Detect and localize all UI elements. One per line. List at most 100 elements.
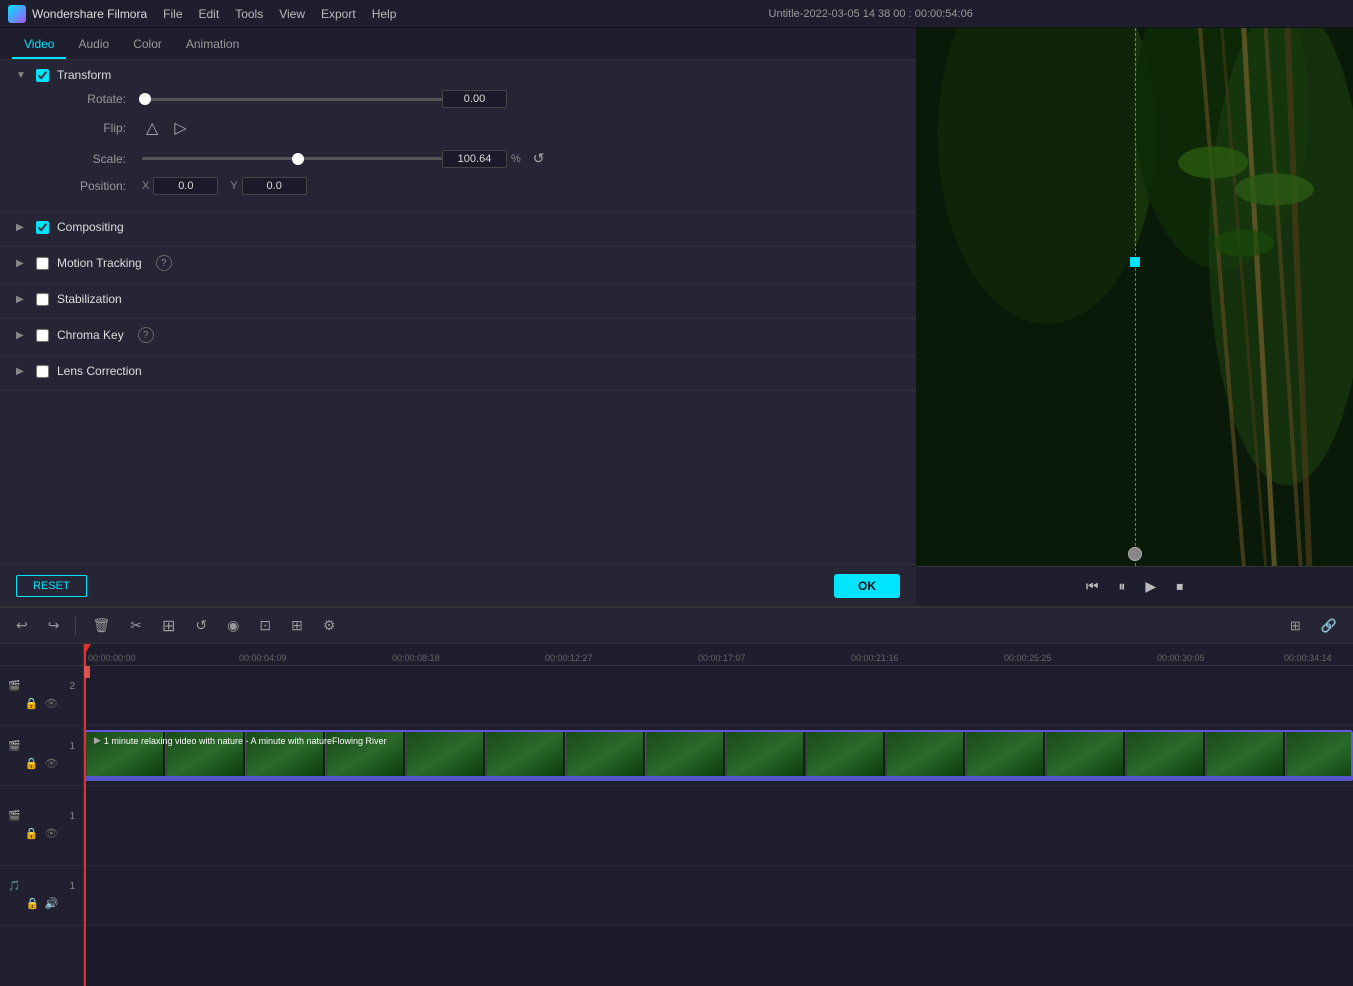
compositing-title: Compositing <box>57 220 124 234</box>
menu-tools[interactable]: Tools <box>235 7 263 21</box>
compositing-arrow-icon: ▶ <box>16 222 28 233</box>
scale-input[interactable] <box>442 150 507 168</box>
motion-tracking-checkbox[interactable] <box>36 257 49 270</box>
flip-vertical-button[interactable]: ▷ <box>170 116 190 140</box>
menu-help[interactable]: Help <box>372 7 397 21</box>
section-compositing: ▶ Compositing <box>0 212 916 247</box>
ruler-mark-3: 00:00:12:27 <box>545 653 593 663</box>
chroma-key-info-icon[interactable]: ? <box>138 327 154 343</box>
track-audio-label: 1 <box>69 881 75 892</box>
ruler-mark-4: 00:00:17:07 <box>698 653 746 663</box>
undo-button[interactable]: ↩ <box>12 615 32 636</box>
logo-icon <box>8 5 26 23</box>
menu-view[interactable]: View <box>279 7 305 21</box>
track-1-lock-button[interactable]: 🔒 <box>24 756 40 771</box>
timeline-area: ↩ ↪ 🗑 ✂ ⊞ ↺ ◉ ⊡ ⊞ ⚙ ⊞ 🔗 <box>0 606 1353 986</box>
track-v1-eye-button[interactable]: 👁 <box>43 826 59 841</box>
section-lens-correction-header[interactable]: ▶ Lens Correction <box>16 364 900 378</box>
track-2-lock-button[interactable]: 🔒 <box>24 696 40 711</box>
track-2-eye-button[interactable]: 👁 <box>43 696 59 711</box>
menu-export[interactable]: Export <box>321 7 356 21</box>
crop-button[interactable]: ⊞ <box>158 614 179 638</box>
timeline-track-labels: 🎬 2 🔒 👁 🎬 1 🔒 👁 <box>0 644 84 986</box>
pos-x-input[interactable] <box>153 177 218 195</box>
rotate-tool-button[interactable]: ↺ <box>191 615 211 636</box>
lens-correction-arrow-icon: ▶ <box>16 366 28 377</box>
chroma-key-checkbox[interactable] <box>36 329 49 342</box>
app-logo: Wondershare Filmora <box>8 5 147 23</box>
ruler-mark-0: 00:00:00:00 <box>88 653 136 663</box>
chroma-key-title: Chroma Key <box>57 328 124 342</box>
reset-button[interactable]: RESET <box>16 575 87 597</box>
video-clip-main[interactable]: ▶ 1 minute relaxing video with nature - … <box>84 730 1353 781</box>
stop-button[interactable]: ⏹ <box>1170 576 1189 597</box>
track-1-eye-button[interactable]: 👁 <box>43 756 59 771</box>
menu-file[interactable]: File <box>163 7 182 21</box>
motion-tracking-info-icon[interactable]: ? <box>156 255 172 271</box>
stabilization-checkbox[interactable] <box>36 293 49 306</box>
timeline-ruler: 00:00:00:00 00:00:04:09 00:00:08:18 00:0… <box>84 644 1353 666</box>
track-audio-volume-button[interactable]: 🔊 <box>45 896 59 911</box>
clip-play-icon: ▶ <box>94 735 101 746</box>
lens-correction-title: Lens Correction <box>57 364 142 378</box>
tab-audio[interactable]: Audio <box>66 31 121 59</box>
tab-color[interactable]: Color <box>121 31 174 59</box>
scale-reset-button[interactable]: ↺ <box>527 148 551 169</box>
track-2-type-icon: 🎬 <box>8 681 20 692</box>
track-audio-lock-button[interactable]: 🔒 <box>25 896 41 911</box>
track-label-v1: 🎬 1 🔒 👁 <box>0 786 83 866</box>
stabilization-title: Stabilization <box>57 292 122 306</box>
toolbar-separator-1 <box>75 617 76 635</box>
motion-tracking-arrow-icon: ▶ <box>16 258 28 269</box>
play-button[interactable]: ▶ <box>1139 576 1162 597</box>
menu-edit[interactable]: Edit <box>199 7 220 21</box>
tab-video[interactable]: Video <box>12 31 66 59</box>
compositing-checkbox[interactable] <box>36 221 49 234</box>
scale-slider[interactable] <box>142 157 442 160</box>
section-motion-tracking-header[interactable]: ▶ Motion Tracking ? <box>16 255 900 271</box>
scale-unit: % <box>511 153 521 165</box>
track-audio-type-icon: 🎵 <box>8 881 20 892</box>
ruler-mark-7: 00:00:30:05 <box>1157 653 1205 663</box>
clip-selection-bar <box>84 776 1353 781</box>
timeline-content: 🎬 2 🔒 👁 🎬 1 🔒 👁 <box>0 644 1353 986</box>
preview-scrubber[interactable] <box>1128 547 1142 561</box>
cut-button[interactable]: ✂ <box>126 615 146 636</box>
step-back-button[interactable]: ⏮ <box>1080 576 1105 597</box>
clip-label: ▶ 1 minute relaxing video with nature - … <box>90 734 391 747</box>
link-button[interactable]: 🔗 <box>1317 616 1341 636</box>
picture-in-picture-button[interactable]: ⊡ <box>255 615 275 636</box>
ruler-mark-8: 00:00:34:14 <box>1284 653 1332 663</box>
scale-field: Scale: % ↺ <box>16 148 900 169</box>
section-stabilization-header[interactable]: ▶ Stabilization <box>16 292 900 306</box>
section-compositing-header[interactable]: ▶ Compositing <box>16 220 900 234</box>
track-row-v1 <box>84 786 1353 866</box>
section-transform: ▼ Transform Rotate: <box>0 60 916 212</box>
fit-button[interactable]: ⊞ <box>287 615 307 636</box>
track-v1-lock-button[interactable]: 🔒 <box>24 826 40 841</box>
section-chroma-key-header[interactable]: ▶ Chroma Key ? <box>16 327 900 343</box>
pos-y-input[interactable] <box>242 177 307 195</box>
ok-button[interactable]: OK <box>834 574 900 598</box>
settings-tool-button[interactable]: ⚙ <box>319 615 340 636</box>
rotate-slider[interactable] <box>142 98 442 101</box>
motion-tracking-title: Motion Tracking <box>57 256 142 270</box>
transform-arrow-icon: ▼ <box>16 70 28 81</box>
flip-buttons: △ ▷ <box>142 116 191 140</box>
color-tool-button[interactable]: ◉ <box>223 615 243 636</box>
snap-button[interactable]: ⊞ <box>1286 616 1305 636</box>
transform-checkbox[interactable] <box>36 69 49 82</box>
rotate-input[interactable] <box>442 90 507 108</box>
playback-controls: ⏮ ⏸ ▶ ⏹ <box>916 566 1353 606</box>
flip-horizontal-button[interactable]: △ <box>142 116 162 140</box>
delete-button[interactable]: 🗑 <box>88 615 114 636</box>
redo-button[interactable]: ↪ <box>44 615 64 636</box>
tab-animation[interactable]: Animation <box>174 31 251 59</box>
clip-title: 1 minute relaxing video with nature - A … <box>104 736 387 746</box>
section-chroma-key: ▶ Chroma Key ? <box>0 319 916 356</box>
pause-button[interactable]: ⏸ <box>1112 576 1131 597</box>
preview-panel: ⏮ ⏸ ▶ ⏹ <box>916 28 1353 606</box>
lens-correction-checkbox[interactable] <box>36 365 49 378</box>
section-transform-header[interactable]: ▼ Transform <box>16 68 900 82</box>
track-label-clip: 🎬 1 🔒 👁 <box>0 726 83 786</box>
